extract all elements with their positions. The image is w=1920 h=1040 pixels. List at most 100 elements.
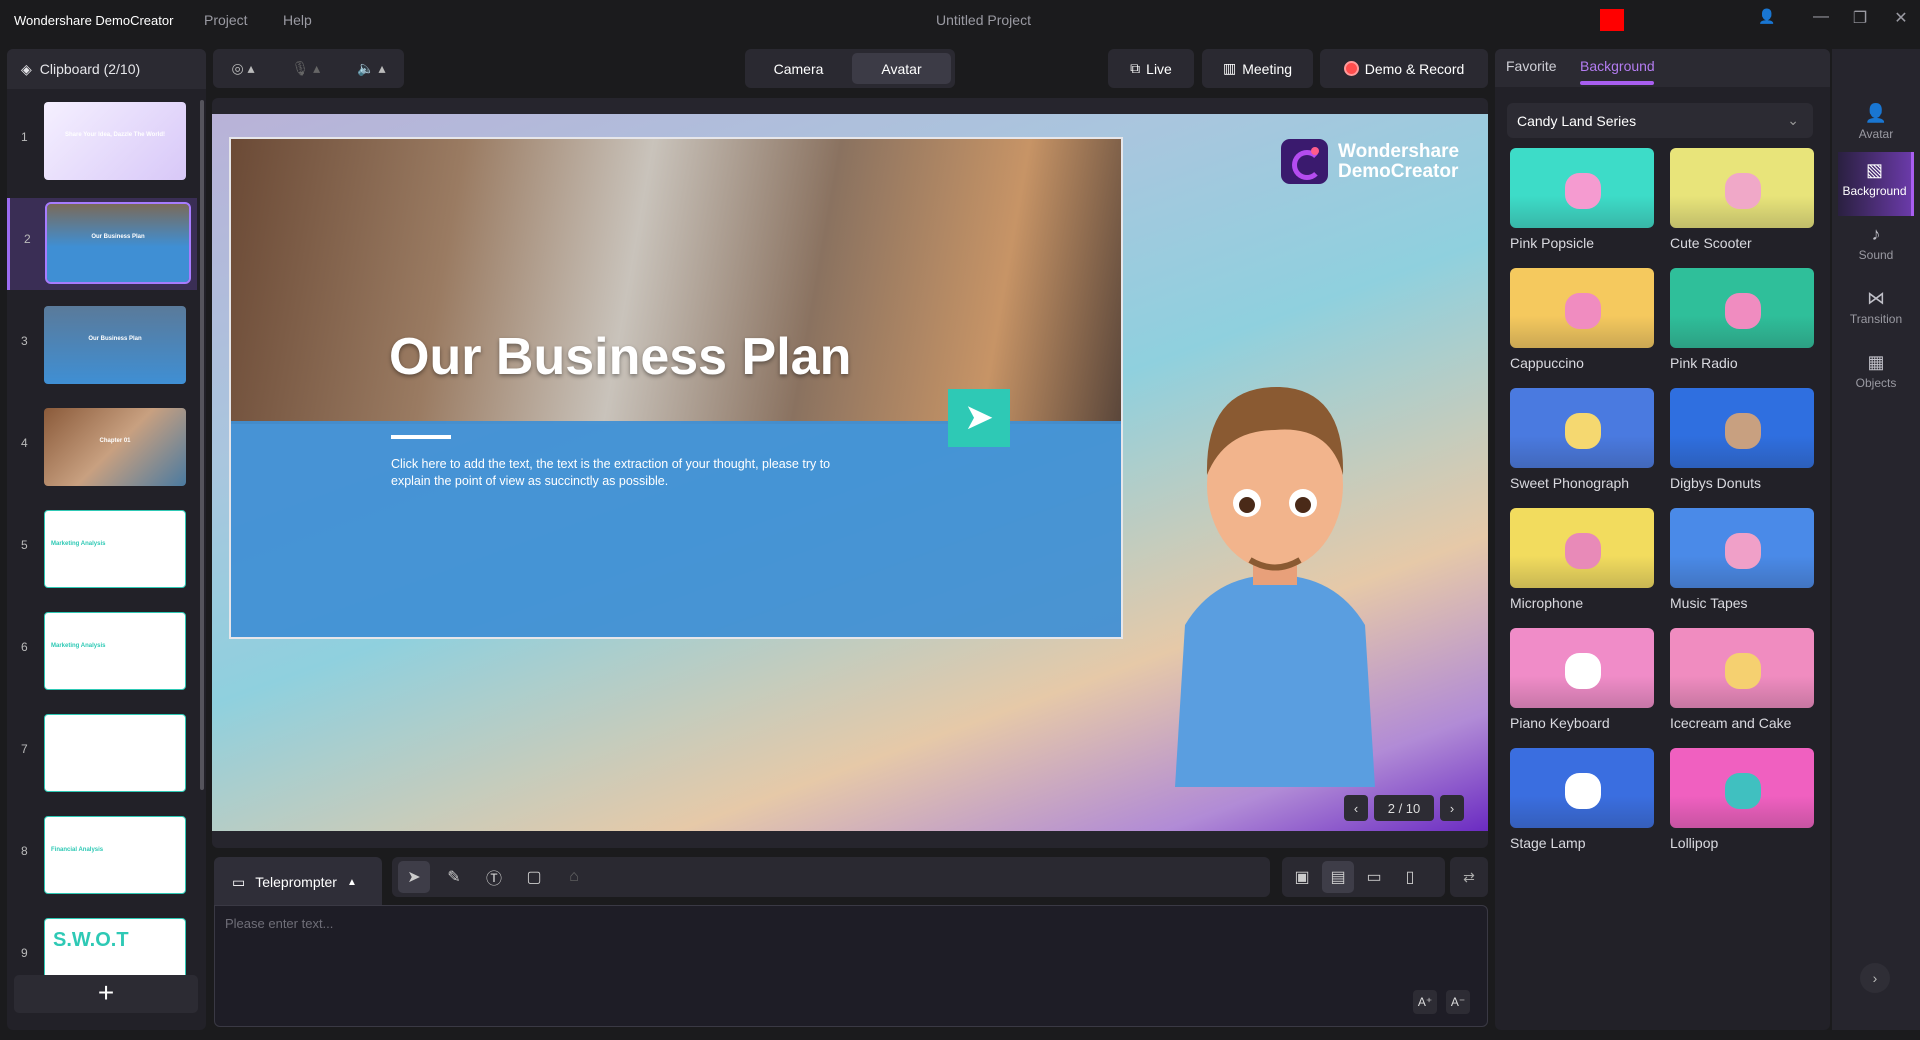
speaker-icon[interactable]: 🔈 ▴ [357, 60, 385, 77]
clipboard-scrollbar[interactable] [200, 100, 204, 790]
background-item[interactable]: Pink Radio [1670, 268, 1814, 371]
microphone-icon[interactable]: 🎙 ▴ [292, 60, 321, 77]
background-item[interactable]: Music Tapes [1670, 508, 1814, 611]
background-name: Digbys Donuts [1670, 475, 1762, 491]
background-item[interactable]: Pink Popsicle [1510, 148, 1654, 251]
close-button[interactable]: ✕ [1886, 8, 1916, 28]
slide-pager: ‹ 2 / 10 › [1344, 795, 1464, 821]
demo-record-button[interactable]: Demo & Record [1320, 49, 1488, 88]
slide-number: 5 [21, 538, 28, 552]
background-name: Stage Lamp [1510, 835, 1586, 851]
background-item[interactable]: Microphone [1510, 508, 1654, 611]
prev-slide-button[interactable]: ‹ [1344, 795, 1368, 821]
slide-thumbnail[interactable]: 5 Marketing Analysis [7, 504, 197, 596]
background-item[interactable]: Cute Scooter [1670, 148, 1814, 251]
layout-side-icon[interactable]: ▤ [1322, 861, 1354, 893]
background-object [1565, 293, 1601, 329]
layout-pip-icon[interactable]: ▣ [1286, 861, 1318, 893]
slide-thumb-label: Marketing Analysis [51, 643, 106, 649]
slide-thumbnail[interactable]: 6 Marketing Analysis [7, 606, 197, 698]
slide-thumbnail[interactable]: 2 Our Business Plan [7, 198, 197, 290]
teleprompter-input[interactable]: Please enter text... [214, 905, 1488, 1027]
background-thumbnail [1510, 628, 1654, 708]
sidebar-item-avatar[interactable]: 👤 Avatar [1838, 95, 1914, 153]
play-arrow-icon: ➤ [948, 389, 1010, 447]
font-increase-button[interactable]: A⁺ [1413, 990, 1437, 1014]
meeting-label: Meeting [1242, 60, 1293, 77]
chat-icon: ▭ [232, 873, 246, 890]
slide-preview: Our Business Plan [45, 202, 191, 284]
sidebar-label: Objects [1855, 376, 1897, 390]
slide-thumbnail[interactable]: 3 Our Business Plan [7, 300, 197, 392]
slide-preview: Financial Analysis [44, 816, 186, 894]
slide-content[interactable]: Our Business Plan Click here to add the … [229, 137, 1123, 639]
slide-thumb-label: S.W.O.T [53, 929, 129, 951]
background-object [1565, 773, 1601, 809]
background-item[interactable]: Lollipop [1670, 748, 1814, 851]
webcam-icon[interactable]: ◎ ▴ [231, 60, 254, 77]
teleprompter-tab[interactable]: ▭ Teleprompter ▲ [214, 857, 382, 907]
tab-background[interactable]: Background [1580, 58, 1655, 74]
eraser-brush-icon[interactable]: ⌂ [558, 861, 590, 893]
background-item[interactable]: Icecream and Cake [1670, 628, 1814, 731]
sidebar-item-transition[interactable]: ⋈ Transition [1838, 280, 1914, 338]
slide-thumbnail[interactable]: 1 Share Your Idea, Dazzle The World! [7, 96, 197, 188]
next-slide-button[interactable]: › [1440, 795, 1464, 821]
background-item[interactable]: Sweet Phonograph [1510, 388, 1654, 491]
account-icon[interactable]: 👤 [1752, 8, 1782, 25]
background-item[interactable]: Digbys Donuts [1670, 388, 1814, 491]
background-item[interactable]: Cappuccino [1510, 268, 1654, 371]
background-name: Cappuccino [1510, 355, 1584, 371]
slide-title[interactable]: Our Business Plan [389, 327, 851, 387]
slide-thumbnail[interactable]: 7 [7, 708, 197, 800]
minimize-button[interactable]: — [1806, 8, 1836, 26]
avatar-character[interactable] [1155, 375, 1395, 787]
swap-layout-icon[interactable]: ⇄ [1450, 857, 1488, 897]
background-object [1725, 173, 1761, 209]
note-tool-icon[interactable]: ▢ [518, 861, 550, 893]
slide-body-text[interactable]: Click here to add the text, the text is … [391, 456, 871, 490]
background-thumbnail [1670, 508, 1814, 588]
live-button[interactable]: ⧉ Live [1108, 49, 1194, 88]
background-name: Lollipop [1670, 835, 1719, 851]
background-item[interactable]: Piano Keyboard [1510, 628, 1654, 731]
expand-arrow-button[interactable]: › [1860, 963, 1890, 993]
slide-preview: Our Business Plan [44, 306, 186, 384]
pen-tool-icon[interactable]: ✎ [438, 861, 470, 893]
layout-options: ▣ ▤ ▭ ▯ [1282, 857, 1445, 897]
record-icon [1343, 61, 1359, 76]
live-icon: ⧉ [1130, 60, 1141, 76]
slide-thumbnail[interactable]: 8 Financial Analysis [7, 810, 197, 902]
sidebar-item-sound[interactable]: ♪ Sound [1838, 216, 1914, 274]
series-value: Candy Land Series [1517, 112, 1637, 129]
text-tool-icon[interactable]: Ⓣ [478, 861, 510, 893]
watermark-logo: Wondershare DemoCreator [1281, 139, 1459, 184]
layout-avatar-icon[interactable]: ▯ [1394, 861, 1426, 893]
meeting-button[interactable]: ▥ Meeting [1202, 49, 1313, 88]
sidebar-item-background[interactable]: ▧ Background [1838, 152, 1914, 216]
clipboard-title: Clipboard (2/10) [39, 61, 141, 77]
page-indicator: 2 / 10 [1374, 795, 1434, 821]
camera-tab[interactable]: Camera [749, 53, 848, 84]
background-name: Pink Radio [1670, 355, 1738, 371]
add-slide-button[interactable]: + [14, 975, 198, 1013]
restore-button[interactable]: ❐ [1845, 8, 1875, 28]
font-decrease-button[interactable]: A⁻ [1446, 990, 1470, 1014]
tab-favorite[interactable]: Favorite [1506, 58, 1557, 74]
layout-screen-icon[interactable]: ▭ [1358, 861, 1390, 893]
background-item[interactable]: Stage Lamp [1510, 748, 1654, 851]
background-object [1565, 533, 1601, 569]
series-dropdown[interactable]: Candy Land Series ⌄ [1507, 103, 1813, 138]
sound-icon: ♪ [1871, 224, 1881, 244]
annotation-tools: ➤ ✎ Ⓣ ▢ ⌂ [392, 857, 1270, 897]
background-thumbnail [1670, 628, 1814, 708]
background-thumbnail [1670, 748, 1814, 828]
background-thumbnail [1670, 148, 1814, 228]
avatar-tab[interactable]: Avatar [852, 53, 951, 84]
background-name: Piano Keyboard [1510, 715, 1610, 731]
sidebar-item-objects[interactable]: ▦ Objects [1838, 344, 1914, 402]
slide-thumbnail[interactable]: 9 S.W.O.T [7, 912, 197, 984]
background-thumbnail [1670, 388, 1814, 468]
pointer-tool-icon[interactable]: ➤ [398, 861, 430, 893]
slide-thumbnail[interactable]: 4 Chapter 01 [7, 402, 197, 494]
